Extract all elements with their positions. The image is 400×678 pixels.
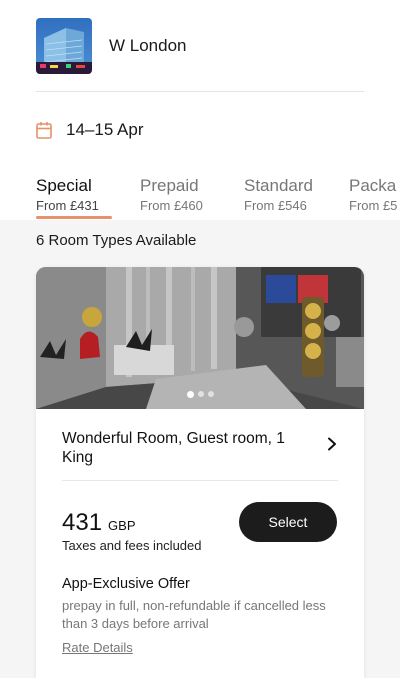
hotel-thumbnail[interactable] [36, 18, 92, 74]
offer-description: prepay in full, non-refundable if cancel… [62, 598, 326, 631]
carousel-dot[interactable] [197, 391, 204, 397]
tab-label: Prepaid [140, 176, 199, 195]
rate-details-link[interactable]: Rate Details [62, 640, 133, 655]
stay-dates: 14–15 Apr [66, 120, 144, 139]
active-tab-indicator [36, 216, 112, 219]
page-header: W London 14–15 Apr Special From £431 Pre… [0, 0, 400, 220]
carousel-dot[interactable] [207, 391, 214, 397]
tab-label: Special [36, 176, 92, 195]
room-title: Wonderful Room, Guest room, 1 King [62, 430, 285, 466]
tab-label: Standard [244, 176, 313, 195]
room-photo[interactable] [36, 267, 364, 409]
tab-price: From £431 [36, 198, 99, 213]
tab-price: From £546 [244, 198, 307, 213]
hotel-name: W London [109, 36, 187, 55]
header-divider [36, 91, 364, 92]
offer-title: App-Exclusive Offer [62, 576, 190, 592]
tab-prepaid[interactable]: Prepaid From £460 [140, 176, 203, 220]
tab-price: From £5 [349, 198, 398, 213]
room-price: 431 GBP [62, 509, 136, 537]
price-currency: GBP [108, 518, 136, 533]
tab-standard[interactable]: Standard From £546 [244, 176, 313, 220]
tab-special[interactable]: Special From £431 [36, 176, 99, 220]
carousel-dot[interactable] [186, 390, 194, 398]
tab-label: Packa [349, 176, 397, 195]
select-button[interactable]: Select [239, 502, 337, 542]
room-types-count: 6 Room Types Available [36, 232, 197, 249]
room-title-row[interactable]: Wonderful Room, Guest room, 1 King [62, 429, 338, 467]
calendar-icon [36, 121, 52, 139]
stay-dates-row[interactable]: 14–15 Apr [36, 119, 144, 141]
tab-price: From £460 [140, 198, 203, 213]
chevron-right-icon[interactable] [326, 437, 338, 451]
rate-tabs: Special From £431 Prepaid From £460 Stan… [0, 176, 400, 220]
room-card: Wonderful Room, Guest room, 1 King 431 G… [36, 267, 364, 678]
tab-package[interactable]: Packa From £5 [349, 176, 397, 220]
price-amount: 431 [62, 509, 103, 536]
carousel-dots [36, 390, 364, 398]
card-divider [62, 480, 338, 481]
room-list-section: 6 Room Types Available Wonderful Room, G… [0, 220, 400, 678]
taxes-note: Taxes and fees included [62, 538, 202, 553]
